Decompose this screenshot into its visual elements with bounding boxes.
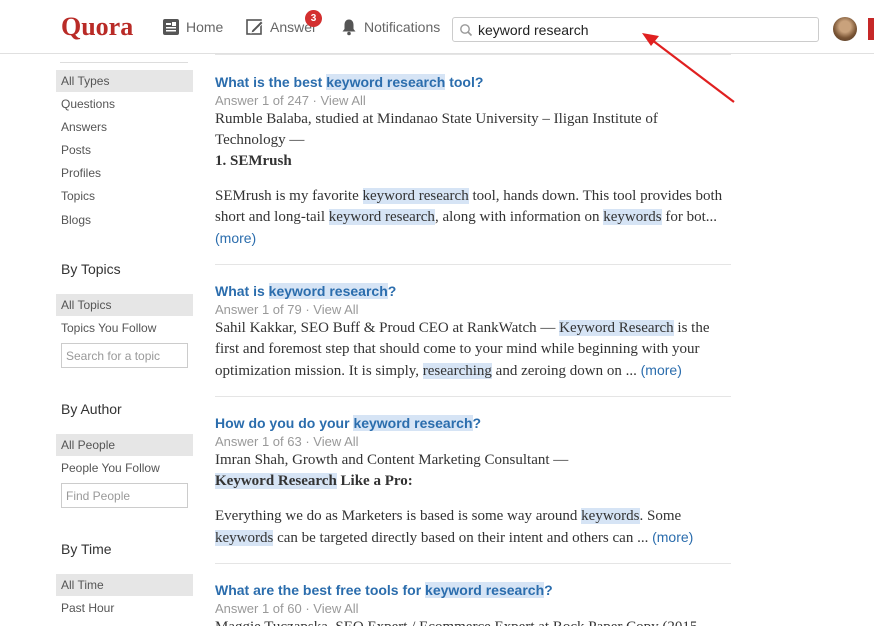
result-1-more-link[interactable]: (more) xyxy=(215,230,256,246)
filter-all-people[interactable]: All People xyxy=(56,434,193,456)
avatar[interactable] xyxy=(833,17,857,41)
result-3-meta[interactable]: Answer 1 of 63 · View All xyxy=(215,434,359,449)
search-icon xyxy=(459,23,473,37)
result-1-meta[interactable]: Answer 1 of 247 · View All xyxy=(215,93,366,108)
results-top-divider xyxy=(215,54,731,55)
home-icon xyxy=(162,18,180,36)
result-2-more-link[interactable]: (more) xyxy=(641,362,682,378)
header-edge-button[interactable] xyxy=(868,18,874,40)
quora-logo[interactable]: Quora xyxy=(61,12,133,42)
result-2-snippet: Sahil Kakkar, SEO Buff & Proud CEO at Ra… xyxy=(215,320,710,379)
answer-pencil-icon xyxy=(246,18,264,36)
filter-posts[interactable]: Posts xyxy=(56,139,193,161)
top-header: Quora Home Answer 3 Notifications xyxy=(0,0,874,54)
filter-all-topics[interactable]: All Topics xyxy=(56,294,193,316)
filter-profiles[interactable]: Profiles xyxy=(56,162,193,184)
result-4-meta[interactable]: Answer 1 of 60 · View All xyxy=(215,601,359,616)
result-2-meta[interactable]: Answer 1 of 79 · View All xyxy=(215,302,359,317)
result-3-more-link[interactable]: (more) xyxy=(652,529,693,545)
by-time-heading: By Time xyxy=(61,541,112,557)
filter-blogs[interactable]: Blogs xyxy=(56,209,193,231)
search-box[interactable] xyxy=(452,17,819,42)
result-2-title[interactable]: What is keyword research? xyxy=(215,283,396,299)
nav-notifications-label: Notifications xyxy=(364,19,441,35)
result-3-title[interactable]: How do you do your keyword research? xyxy=(215,415,481,431)
by-topics-heading: By Topics xyxy=(61,261,121,277)
nav-home[interactable]: Home xyxy=(162,16,223,38)
result-4-title[interactable]: What are the best free tools for keyword… xyxy=(215,582,553,598)
result-4-author: Maggie Tuczapska, SEO Expert / Ecommerce… xyxy=(215,617,731,626)
filter-past-hour[interactable]: Past Hour xyxy=(56,597,193,619)
answer-count-badge: 3 xyxy=(305,10,322,27)
result-1-snippet: SEMrush is my favorite keyword research … xyxy=(215,188,723,246)
nav-home-label: Home xyxy=(186,19,224,35)
filter-all-time[interactable]: All Time xyxy=(56,574,193,596)
filter-answers[interactable]: Answers xyxy=(56,116,193,138)
filter-people-you-follow[interactable]: People You Follow xyxy=(56,457,193,479)
result-1-bold-line: 1. SEMrush xyxy=(215,153,292,169)
filter-topics[interactable]: Topics xyxy=(56,185,193,207)
result-3-author: Imran Shah, Growth and Content Marketing… xyxy=(215,452,569,468)
result-3-bold-line: Keyword Research Like a Pro: xyxy=(215,473,413,489)
result-divider xyxy=(215,396,731,397)
filter-all-types[interactable]: All Types xyxy=(56,70,193,92)
topic-search-input[interactable] xyxy=(61,343,188,368)
bell-icon xyxy=(340,18,358,36)
nav-notifications[interactable]: Notifications xyxy=(340,16,440,38)
filter-topics-you-follow[interactable]: Topics You Follow xyxy=(56,317,193,339)
result-1-author: Rumble Balaba, studied at Mindanao State… xyxy=(215,111,658,148)
by-author-heading: By Author xyxy=(61,401,122,417)
result-1-title[interactable]: What is the best keyword research tool? xyxy=(215,74,483,90)
filter-questions[interactable]: Questions xyxy=(56,93,193,115)
people-search-input[interactable] xyxy=(61,483,188,508)
result-divider xyxy=(215,563,731,564)
result-divider xyxy=(215,264,731,265)
search-input[interactable] xyxy=(478,21,808,38)
sidebar-divider xyxy=(60,62,188,63)
result-3-snippet: Everything we do as Marketers is based i… xyxy=(215,508,694,546)
